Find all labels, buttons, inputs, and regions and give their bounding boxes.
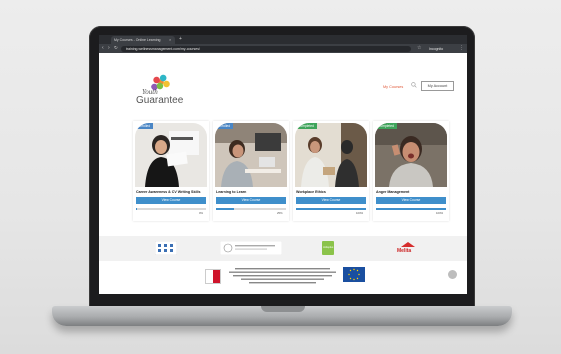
close-tab-icon[interactable]: × — [169, 37, 171, 42]
progress-fill — [296, 208, 366, 210]
browser-tab-title: My Courses - Online Learning — [114, 38, 161, 42]
site-logo[interactable]: Youth Guarantee — [132, 73, 192, 107]
browser-toolbar: ‹ › ↻ training.wellnessmanagement.com/my… — [99, 44, 467, 53]
back-icon[interactable]: ‹ — [102, 45, 104, 51]
progress-bar — [216, 208, 286, 210]
address-bar-url: training.wellnessmanagement.com/my-cours… — [126, 46, 200, 51]
progress-percent: 25% — [277, 211, 283, 215]
bookmark-star-icon[interactable]: ☆ — [417, 45, 421, 51]
course-thumbnail[interactable]: Completed — [295, 123, 367, 187]
progress-fill — [216, 208, 234, 210]
view-course-button[interactable]: View Course — [296, 197, 366, 204]
funding-statement — [229, 268, 336, 284]
course-title[interactable]: Workplace Ethics — [296, 190, 326, 194]
partner-logo-3[interactable]: Jobsplus — [322, 241, 334, 255]
progress-percent: 100% — [436, 211, 444, 215]
profile-label[interactable]: Incognito — [429, 46, 443, 52]
course-card: Enrolled Learning to Learn View Course 2… — [213, 121, 289, 221]
course-card: Completed Workplace Ethics View Course 1… — [293, 121, 369, 221]
melita-logo[interactable]: Melita — [395, 241, 421, 255]
my-courses-link[interactable]: My Courses — [383, 85, 403, 89]
laptop-screen: My Courses - Online Learning × + ‹ › ↻ t… — [99, 35, 467, 294]
chat-widget-icon[interactable] — [448, 270, 457, 279]
malta-flag-icon — [205, 269, 221, 284]
eu-flag-icon — [343, 267, 365, 282]
new-tab-icon[interactable]: + — [179, 36, 182, 42]
logo-guarantee-text: Guarantee — [136, 95, 184, 106]
partner-logo-2-icon[interactable] — [220, 241, 282, 255]
search-icon[interactable] — [411, 82, 417, 88]
my-account-button[interactable]: My Account — [421, 81, 454, 91]
progress-percent: 0% — [199, 211, 204, 215]
progress-fill — [136, 208, 138, 210]
course-grid: Enrolled Career Awareness & CV Writing S… — [133, 121, 449, 221]
progress-bar — [376, 208, 446, 210]
progress-bar — [136, 208, 206, 210]
course-thumbnail[interactable]: Enrolled — [215, 123, 287, 187]
status-badge: Enrolled — [135, 123, 154, 129]
course-card: Completed Anger Management View Course 1… — [373, 121, 449, 221]
browser-tab[interactable]: My Courses - Online Learning — [111, 36, 175, 44]
course-title[interactable]: Learning to Learn — [216, 190, 246, 194]
partner-logos: Jobsplus Melita — [99, 236, 467, 261]
partner-logo-3-text: Jobsplus — [323, 246, 334, 249]
browser-menu-icon[interactable]: ⋮ — [459, 45, 464, 51]
view-course-button[interactable]: View Course — [136, 197, 206, 204]
progress-fill — [376, 208, 446, 210]
status-badge: Enrolled — [215, 123, 234, 129]
funding-footer — [99, 261, 467, 294]
browser-tab-bar: My Courses - Online Learning × + — [99, 35, 467, 44]
address-bar[interactable]: training.wellnessmanagement.com/my-cours… — [121, 45, 411, 52]
laptop-base-notch — [261, 306, 305, 312]
status-badge: Completed — [295, 123, 317, 129]
course-thumbnail[interactable]: Completed — [375, 123, 447, 187]
progress-bar — [296, 208, 366, 210]
forward-icon[interactable]: › — [108, 45, 110, 51]
status-badge: Completed — [375, 123, 397, 129]
view-course-button[interactable]: View Course — [376, 197, 446, 204]
course-card: Enrolled Career Awareness & CV Writing S… — [133, 121, 209, 221]
course-title[interactable]: Career Awareness & CV Writing Skills — [136, 190, 200, 194]
progress-percent: 100% — [356, 211, 364, 215]
partner-logo-1-icon[interactable] — [155, 241, 177, 255]
view-course-button[interactable]: View Course — [216, 197, 286, 204]
reload-icon[interactable]: ↻ — [114, 45, 118, 51]
course-thumbnail[interactable]: Enrolled — [135, 123, 207, 187]
course-title[interactable]: Anger Management — [376, 190, 409, 194]
melita-text: Melita — [397, 248, 412, 254]
